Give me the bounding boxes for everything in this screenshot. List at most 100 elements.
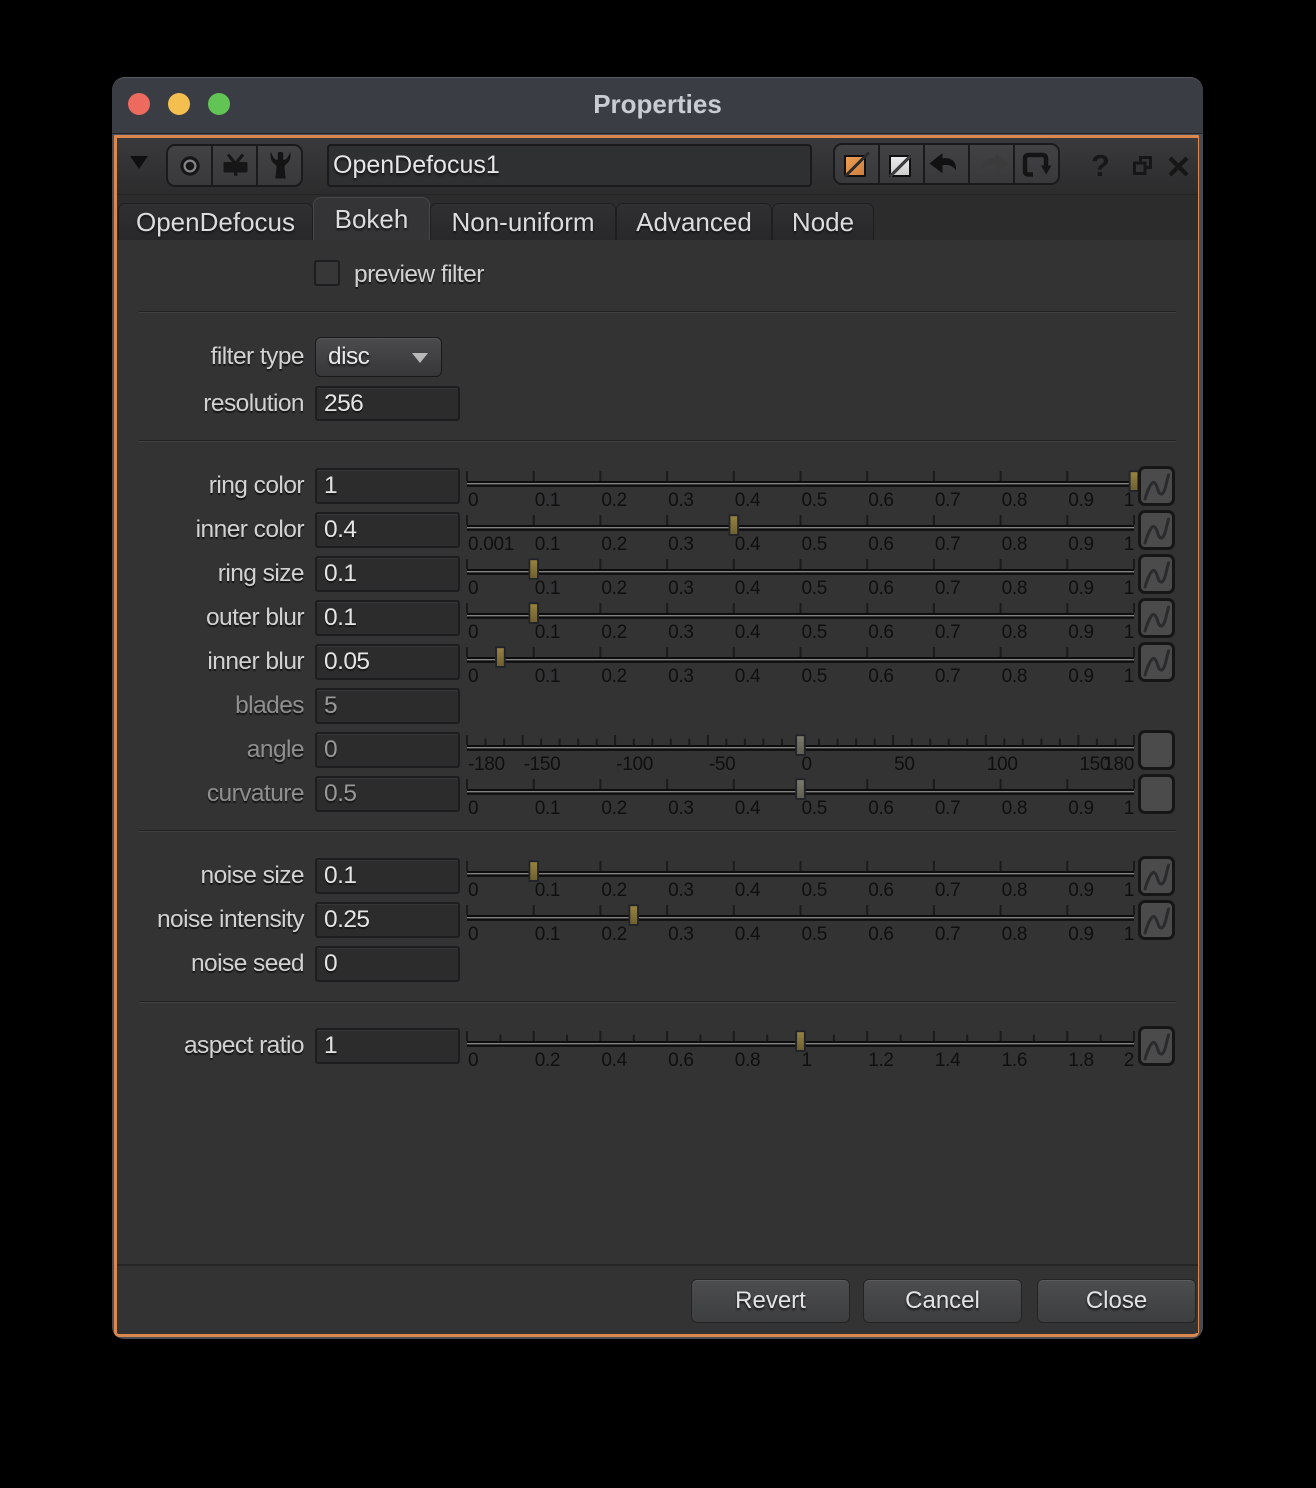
svg-text:180: 180 (1103, 754, 1134, 775)
svg-text:0.8: 0.8 (1002, 490, 1028, 511)
svg-text:-50: -50 (709, 754, 736, 775)
svg-text:0.3: 0.3 (668, 666, 694, 687)
svg-text:1: 1 (1124, 622, 1134, 643)
svg-text:0.1: 0.1 (535, 622, 561, 643)
svg-text:2: 2 (1124, 1050, 1134, 1071)
svg-text:0: 0 (802, 754, 812, 775)
svg-text:100: 100 (987, 754, 1018, 775)
svg-text:0.9: 0.9 (1068, 666, 1094, 687)
svg-text:0.4: 0.4 (735, 622, 761, 643)
svg-text:0.6: 0.6 (868, 924, 894, 945)
svg-text:0.8: 0.8 (1002, 798, 1028, 819)
svg-text:0.4: 0.4 (735, 578, 761, 599)
svg-text:0.4: 0.4 (735, 534, 761, 555)
svg-text:0.7: 0.7 (935, 666, 961, 687)
svg-text:0.9: 0.9 (1068, 880, 1094, 901)
svg-text:0.8: 0.8 (1002, 880, 1028, 901)
svg-text:0: 0 (468, 578, 478, 599)
svg-text:0.9: 0.9 (1068, 798, 1094, 819)
svg-text:0.2: 0.2 (535, 1050, 561, 1071)
svg-text:0.7: 0.7 (935, 880, 961, 901)
svg-text:0.3: 0.3 (668, 534, 694, 555)
svg-text:0.7: 0.7 (935, 798, 961, 819)
svg-text:1: 1 (1124, 490, 1134, 511)
svg-text:0: 0 (468, 1050, 478, 1071)
svg-text:0.8: 0.8 (1002, 666, 1028, 687)
svg-text:0.7: 0.7 (935, 578, 961, 599)
svg-text:0.1: 0.1 (535, 490, 561, 511)
svg-text:0.5: 0.5 (802, 666, 828, 687)
svg-text:0.6: 0.6 (668, 1050, 694, 1071)
svg-text:1: 1 (1124, 578, 1134, 599)
svg-text:0.5: 0.5 (802, 578, 828, 599)
svg-text:0.1: 0.1 (535, 534, 561, 555)
svg-text:0.9: 0.9 (1068, 622, 1094, 643)
svg-text:1: 1 (1124, 798, 1134, 819)
svg-text:0.2: 0.2 (601, 666, 627, 687)
svg-text:0.7: 0.7 (935, 490, 961, 511)
svg-text:0.6: 0.6 (868, 798, 894, 819)
svg-text:0.5: 0.5 (802, 924, 828, 945)
svg-text:0.9: 0.9 (1068, 534, 1094, 555)
svg-text:0.4: 0.4 (735, 798, 761, 819)
svg-text:0.5: 0.5 (802, 534, 828, 555)
svg-text:0.4: 0.4 (735, 666, 761, 687)
svg-text:0.8: 0.8 (1002, 622, 1028, 643)
svg-text:0.3: 0.3 (668, 798, 694, 819)
svg-text:0.2: 0.2 (601, 578, 627, 599)
svg-text:50: 50 (894, 754, 915, 775)
svg-text:0: 0 (468, 798, 478, 819)
svg-text:-100: -100 (616, 754, 653, 775)
svg-text:0.9: 0.9 (1068, 578, 1094, 599)
svg-text:0.3: 0.3 (668, 924, 694, 945)
svg-text:0.2: 0.2 (601, 924, 627, 945)
svg-text:0.2: 0.2 (601, 880, 627, 901)
svg-text:0.4: 0.4 (735, 924, 761, 945)
svg-text:0.8: 0.8 (1002, 534, 1028, 555)
svg-text:1.6: 1.6 (1002, 1050, 1028, 1071)
svg-text:0.3: 0.3 (668, 490, 694, 511)
svg-text:0.9: 0.9 (1068, 924, 1094, 945)
svg-text:0.3: 0.3 (668, 578, 694, 599)
svg-text:0.1: 0.1 (535, 880, 561, 901)
svg-text:1.2: 1.2 (868, 1050, 894, 1071)
svg-text:0: 0 (468, 490, 478, 511)
svg-text:0.4: 0.4 (601, 1050, 627, 1071)
svg-text:0.1: 0.1 (535, 924, 561, 945)
svg-text:1: 1 (1124, 534, 1134, 555)
svg-text:0: 0 (468, 880, 478, 901)
svg-text:0.1: 0.1 (535, 666, 561, 687)
svg-text:1.4: 1.4 (935, 1050, 961, 1071)
svg-text:0.8: 0.8 (1002, 924, 1028, 945)
svg-text:0.8: 0.8 (735, 1050, 761, 1071)
svg-text:0.5: 0.5 (802, 798, 828, 819)
svg-text:0: 0 (468, 924, 478, 945)
svg-text:0.5: 0.5 (802, 622, 828, 643)
svg-text:0.6: 0.6 (868, 666, 894, 687)
svg-text:0: 0 (468, 666, 478, 687)
svg-text:0.6: 0.6 (868, 622, 894, 643)
svg-text:0.7: 0.7 (935, 534, 961, 555)
svg-text:0: 0 (468, 622, 478, 643)
svg-text:0.5: 0.5 (802, 490, 828, 511)
svg-text:0.7: 0.7 (935, 622, 961, 643)
svg-text:1: 1 (1124, 880, 1134, 901)
svg-text:0.3: 0.3 (668, 622, 694, 643)
svg-text:0.1: 0.1 (535, 798, 561, 819)
svg-text:-180: -180 (468, 754, 505, 775)
svg-text:0.001: 0.001 (468, 534, 514, 555)
svg-text:0.2: 0.2 (601, 798, 627, 819)
svg-text:0.2: 0.2 (601, 622, 627, 643)
svg-text:0.2: 0.2 (601, 490, 627, 511)
svg-text:0.3: 0.3 (668, 880, 694, 901)
svg-text:0.6: 0.6 (868, 534, 894, 555)
svg-text:1: 1 (802, 1050, 812, 1071)
svg-text:0.4: 0.4 (735, 490, 761, 511)
svg-text:0.1: 0.1 (535, 578, 561, 599)
svg-text:0.2: 0.2 (601, 534, 627, 555)
svg-text:0.6: 0.6 (868, 578, 894, 599)
svg-text:0.7: 0.7 (935, 924, 961, 945)
svg-text:-150: -150 (524, 754, 561, 775)
svg-text:0.5: 0.5 (802, 880, 828, 901)
svg-text:0.4: 0.4 (735, 880, 761, 901)
